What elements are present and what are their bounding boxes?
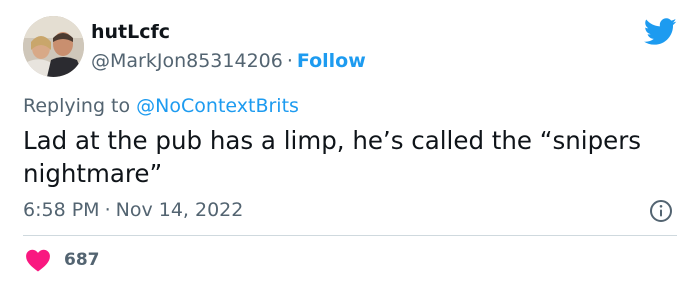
author-handle[interactable]: @MarkJon85314206 [91, 50, 283, 72]
twitter-bird-icon[interactable] [644, 18, 677, 46]
tweet-timestamp[interactable]: 6:58 PM · Nov 14, 2022 [23, 198, 243, 222]
follow-button[interactable]: Follow [297, 50, 366, 72]
like-count[interactable]: 687 [64, 248, 100, 272]
tweet-text: Lad at the pub has a limp, he’s called t… [23, 126, 642, 188]
tweet-date: Nov 14, 2022 [115, 199, 244, 221]
divider [23, 235, 677, 236]
tweet-time: 6:58 PM [23, 199, 100, 221]
reply-mention-link[interactable]: @NoContextBrits [136, 95, 299, 117]
info-icon[interactable] [649, 199, 673, 223]
tweet-card: hutLcfc @MarkJon85314206 · Follow Replying… [0, 0, 700, 288]
timestamp-separator: · [104, 199, 111, 221]
replying-to-prefix: Replying to [23, 95, 131, 117]
avatar-photo [23, 16, 84, 77]
replying-to: Replying to @NoContextBrits [23, 94, 299, 118]
handle-separator: · [286, 50, 293, 72]
heart-icon[interactable] [25, 248, 51, 272]
author-display-name[interactable]: hutLcfc [91, 20, 170, 44]
author-handle-row: @MarkJon85314206 · Follow [91, 49, 366, 73]
avatar[interactable] [23, 16, 84, 77]
